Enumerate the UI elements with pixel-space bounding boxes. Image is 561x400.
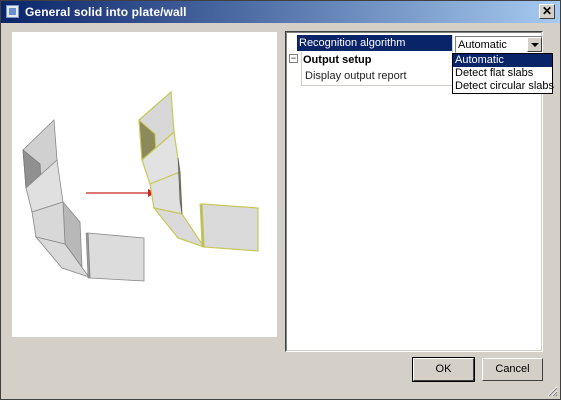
dropdown-option[interactable]: Detect flat slabs	[453, 67, 552, 80]
solid-face	[87, 232, 145, 282]
recognition-algorithm-select[interactable]: Automatic	[455, 36, 543, 53]
display-output-report-label[interactable]: Display output report	[305, 68, 407, 85]
plate-face	[152, 207, 206, 249]
plate-face	[201, 203, 259, 252]
preview-image	[12, 32, 277, 337]
dropdown-option[interactable]: Detect circular slabs	[453, 80, 554, 93]
dialog-window: General solid into plate/wall ✕ Recognit…	[0, 0, 561, 400]
output-setup-category[interactable]: Output setup	[303, 52, 371, 69]
chevron-down-icon[interactable]	[527, 37, 542, 52]
app-icon	[6, 5, 19, 18]
resize-grip-icon[interactable]	[547, 386, 558, 397]
solid-to-plate-illustration	[22, 90, 259, 282]
grid-line	[301, 85, 453, 86]
close-icon: ✕	[541, 4, 553, 18]
window-title: General solid into plate/wall	[25, 5, 187, 19]
cancel-button[interactable]: Cancel	[482, 358, 543, 381]
title-bar[interactable]: General solid into plate/wall ✕	[1, 1, 560, 23]
ok-button[interactable]: OK	[412, 357, 475, 382]
recognition-algorithm-value: Automatic	[458, 39, 507, 51]
dropdown-option[interactable]: Automatic	[453, 54, 552, 67]
recognition-algorithm-dropdown: Automatic Detect flat slabs Detect circu…	[452, 53, 554, 94]
collapse-icon[interactable]: −	[289, 54, 298, 63]
close-button[interactable]: ✕	[539, 4, 555, 19]
recognition-algorithm-label[interactable]: Recognition algorithm	[297, 35, 452, 51]
grid-line	[301, 52, 302, 86]
